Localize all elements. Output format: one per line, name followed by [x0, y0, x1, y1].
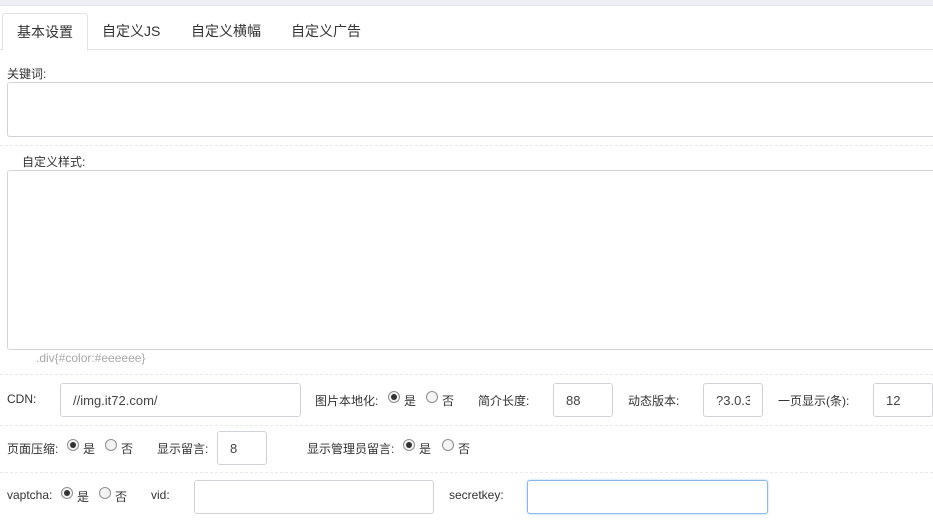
page-compress-no-label: 否 [121, 442, 134, 456]
tab-custom-banner[interactable]: 自定义横幅 [177, 13, 275, 50]
divider [0, 374, 933, 375]
vaptcha-label: vaptcha: [7, 488, 53, 502]
per-page-input[interactable] [873, 383, 933, 417]
secretkey-input[interactable] [527, 480, 768, 514]
divider [0, 145, 933, 146]
show-comments-input[interactable] [217, 431, 267, 465]
vaptcha-yes-label: 是 [77, 490, 90, 504]
show-admin-comments-no-label: 否 [458, 442, 471, 456]
tab-basic-settings[interactable]: 基本设置 [2, 13, 88, 51]
image-localize-yes-label: 是 [404, 394, 417, 408]
keywords-label: 关键词: [7, 67, 47, 81]
dynamic-version-label: 动态版本: [628, 394, 680, 408]
show-admin-comments-no-radio[interactable] [442, 439, 454, 451]
show-admin-comments-yes-label: 是 [419, 442, 432, 456]
page-compress-label: 页面压缩: [7, 442, 59, 456]
show-comments-label: 显示留言: [157, 442, 209, 456]
tab-custom-js[interactable]: 自定义JS [88, 13, 174, 50]
custom-style-hint: .div{#color:#eeeeee} [36, 351, 146, 365]
divider [0, 425, 933, 426]
image-localize-yes-radio[interactable] [388, 391, 400, 403]
image-localize-no-label: 否 [442, 394, 455, 408]
image-localize-label: 图片本地化: [315, 394, 379, 408]
vaptcha-no-label: 否 [115, 490, 128, 504]
image-localize-no-radio[interactable] [426, 391, 438, 403]
dynamic-version-input[interactable] [703, 383, 763, 417]
per-page-label: 一页显示(条): [778, 394, 850, 408]
vid-label: vid: [151, 488, 170, 502]
cdn-label: CDN: [7, 392, 37, 406]
vid-input[interactable] [194, 480, 434, 514]
page-compress-no-radio[interactable] [105, 439, 117, 451]
cdn-input[interactable] [60, 383, 301, 417]
show-admin-comments-yes-radio[interactable] [403, 439, 415, 451]
custom-style-label: 自定义样式: [22, 155, 86, 169]
summary-length-label: 简介长度: [478, 394, 530, 408]
vaptcha-yes-radio[interactable] [61, 487, 73, 499]
page-compress-yes-label: 是 [83, 442, 96, 456]
summary-length-input[interactable] [553, 383, 613, 417]
vaptcha-no-radio[interactable] [99, 487, 111, 499]
divider [0, 472, 933, 473]
settings-tabs: 基本设置 自定义JS 自定义横幅 自定义广告 [0, 6, 933, 51]
page-compress-yes-radio[interactable] [67, 439, 79, 451]
show-admin-comments-label: 显示管理员留言: [307, 442, 395, 456]
custom-style-textarea[interactable] [7, 170, 933, 350]
tab-custom-ads[interactable]: 自定义广告 [277, 13, 375, 50]
keywords-textarea[interactable] [7, 82, 933, 137]
secretkey-label: secretkey: [449, 488, 504, 502]
